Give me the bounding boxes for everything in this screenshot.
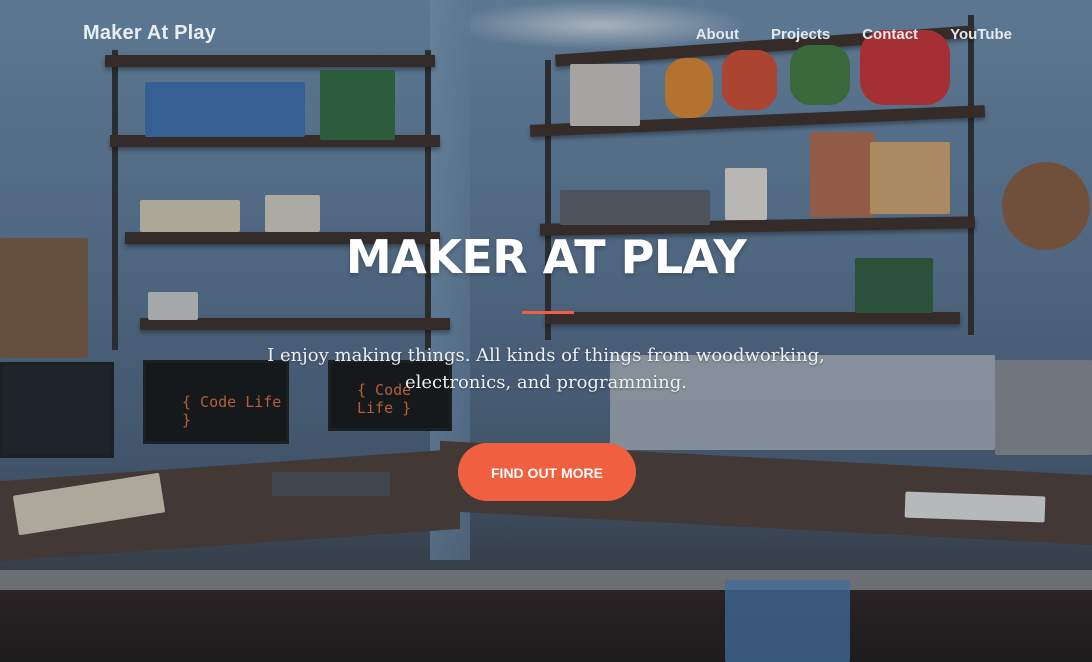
nav-link-youtube[interactable]: YouTube — [950, 26, 1012, 43]
hero-title: MAKER AT PLAY — [345, 230, 747, 284]
nav-link-contact[interactable]: Contact — [862, 26, 918, 43]
find-out-more-button[interactable]: FIND OUT MORE — [458, 443, 636, 501]
nav-link-projects[interactable]: Projects — [771, 26, 830, 43]
nav-brand-link[interactable]: Maker At Play — [83, 22, 216, 45]
title-divider — [522, 311, 574, 314]
nav-link-about[interactable]: About — [696, 26, 739, 43]
photo-overlay — [0, 0, 1092, 662]
hero-subtitle: I enjoy making things. All kinds of thin… — [267, 345, 825, 393]
hero-background-photo: { Code Life } { Code Life } — [0, 0, 1092, 662]
main-nav: About Projects Contact YouTube — [696, 26, 1012, 43]
